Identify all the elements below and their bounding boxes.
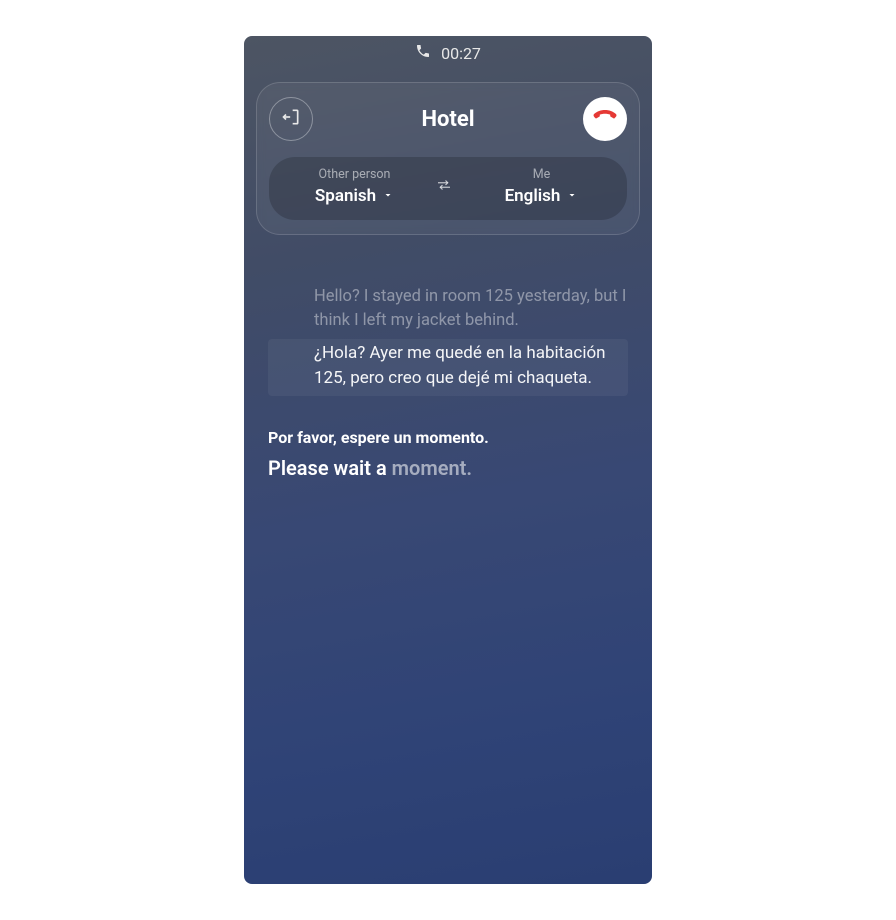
other-translated-typed: Please wait a xyxy=(268,456,392,480)
phone-screen: 00:27 Hotel Other person Spanish xyxy=(244,36,652,884)
me-language-label: Me xyxy=(468,167,615,182)
chevron-down-icon xyxy=(566,186,578,206)
exit-icon xyxy=(281,107,301,131)
exit-button[interactable] xyxy=(269,97,313,141)
me-language-select[interactable]: English xyxy=(505,186,579,206)
swap-languages-button[interactable] xyxy=(428,171,460,203)
other-translated-pending: moment. xyxy=(392,456,472,480)
other-language-select[interactable]: Spanish xyxy=(315,186,394,206)
other-language-label: Other person xyxy=(281,167,428,182)
message-me: Hello? I stayed in room 125 yesterday, b… xyxy=(268,285,628,396)
hangup-button[interactable] xyxy=(583,97,627,141)
other-language-value: Spanish xyxy=(315,186,376,206)
other-original-text: Por favor, espere un momento. xyxy=(268,426,628,454)
other-translated-text: Please wait a moment. xyxy=(268,454,628,486)
contact-name: Hotel xyxy=(421,107,474,132)
other-language-column: Other person Spanish xyxy=(281,167,428,206)
transcript-area: Hello? I stayed in room 125 yesterday, b… xyxy=(244,235,652,486)
message-other: Por favor, espere un momento. Please wai… xyxy=(268,426,628,486)
hangup-icon xyxy=(593,105,617,133)
me-original-text: Hello? I stayed in room 125 yesterday, b… xyxy=(268,285,628,339)
phone-icon xyxy=(415,43,431,63)
status-bar: 00:27 xyxy=(244,36,652,70)
me-language-value: English xyxy=(505,186,561,206)
me-language-column: Me English xyxy=(468,167,615,206)
me-translated-text: ¿Hola? Ayer me quedé en la habitación 12… xyxy=(268,339,628,396)
language-selector-row: Other person Spanish Me English xyxy=(269,157,627,220)
header-top-row: Hotel xyxy=(269,95,627,143)
chevron-down-icon xyxy=(382,186,394,206)
call-header-card: Hotel Other person Spanish xyxy=(256,82,640,235)
call-duration: 00:27 xyxy=(441,44,481,63)
swap-icon xyxy=(435,176,453,198)
